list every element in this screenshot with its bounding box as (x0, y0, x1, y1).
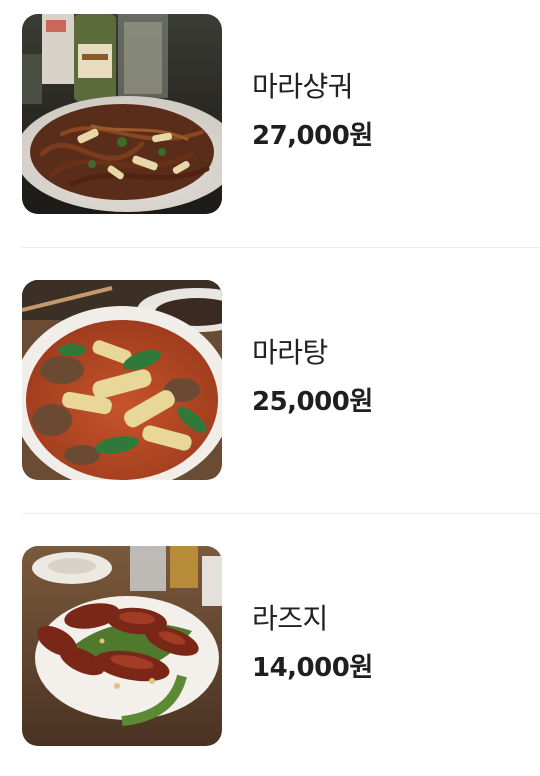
menu-item-name: 마라샹궈 (252, 70, 354, 103)
menu-item-info: 마라샹궈 27,000원 (252, 14, 373, 214)
food-image[interactable] (22, 280, 222, 480)
food-image[interactable] (22, 14, 222, 214)
laziji-photo (22, 546, 222, 746)
menu-item-name: 라즈지 (252, 602, 328, 635)
menu-item[interactable]: 마라샹궈 27,000원 (0, 14, 540, 214)
malatang-photo (22, 280, 222, 480)
malaxiangguo-photo (22, 14, 222, 214)
menu-item-price: 25,000원 (252, 387, 373, 417)
menu-item-name: 마라탕 (252, 336, 328, 369)
food-image[interactable] (22, 546, 222, 746)
divider (22, 513, 540, 514)
menu-list: 마라샹궈 27,000원 마라탕 25,000원 라즈지 14,000원 (0, 0, 540, 776)
menu-item-info: 마라탕 25,000원 (252, 280, 373, 480)
menu-item-price: 14,000원 (252, 653, 373, 683)
menu-item-price: 27,000원 (252, 121, 373, 151)
menu-item-info: 라즈지 14,000원 (252, 546, 373, 746)
divider (22, 247, 540, 248)
menu-item[interactable]: 마라탕 25,000원 (0, 280, 540, 480)
menu-item[interactable]: 라즈지 14,000원 (0, 546, 540, 746)
